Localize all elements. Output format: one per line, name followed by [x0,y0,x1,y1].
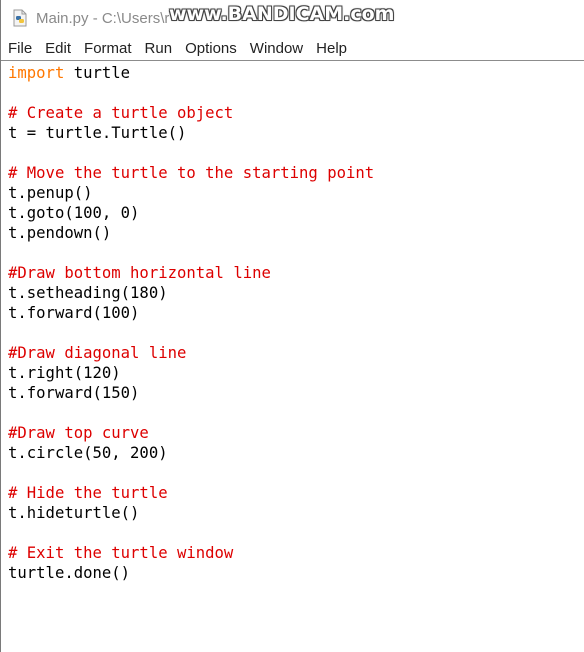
menu-edit[interactable]: Edit [45,40,71,57]
code-line[interactable] [8,523,584,543]
comment-token: # Move the turtle to the starting point [8,164,375,182]
code-line[interactable]: t.circle(50, 200) [8,443,584,463]
menu-file[interactable]: File [8,40,32,57]
menu-bar: File Edit Format Run Options Window Help [1,36,584,61]
idle-editor-window: Main.py - C:\Users\r www.BANDICAM.com Fi… [0,0,584,652]
code-line[interactable] [8,143,584,163]
comment-token: #Draw diagonal line [8,344,187,362]
code-editor[interactable]: import turtle # Create a turtle object t =… [1,61,584,583]
code-token: t.forward(150) [8,384,140,402]
code-line[interactable]: #Draw bottom horizontal line [8,263,584,283]
code-line[interactable]: # Move the turtle to the starting point [8,163,584,183]
code-line[interactable] [8,323,584,343]
python-file-icon [11,9,29,27]
comment-token: # Hide the turtle [8,484,168,502]
code-line[interactable]: # Create a turtle object [8,103,584,123]
menu-format[interactable]: Format [84,40,132,57]
code-line[interactable]: t.forward(150) [8,383,584,403]
window-title: Main.py - C:\Users\r [36,9,170,27]
code-token: turtle [64,64,131,82]
code-line[interactable] [8,463,584,483]
code-token: t.setheading(180) [8,284,168,302]
code-line[interactable]: turtle.done() [8,563,584,583]
comment-token: #Draw top curve [8,424,149,442]
code-line[interactable]: #Draw diagonal line [8,343,584,363]
code-line[interactable]: t = turtle.Turtle() [8,123,584,143]
code-line[interactable]: t.goto(100, 0) [8,203,584,223]
code-line[interactable]: t.right(120) [8,363,584,383]
code-line[interactable]: # Exit the turtle window [8,543,584,563]
code-line[interactable] [8,403,584,423]
code-line[interactable]: t.setheading(180) [8,283,584,303]
code-line[interactable]: #Draw top curve [8,423,584,443]
code-token: t.right(120) [8,364,121,382]
comment-token: # Exit the turtle window [8,544,234,562]
keyword-token: import [8,64,65,82]
code-token: t.pendown() [8,224,112,242]
code-token: t.hideturtle() [8,504,140,522]
code-token: t = turtle.Turtle() [8,124,187,142]
code-line[interactable]: t.penup() [8,183,584,203]
code-token: t.goto(100, 0) [8,204,140,222]
code-line[interactable]: t.forward(100) [8,303,584,323]
code-token: t.circle(50, 200) [8,444,168,462]
watermark-text: www.BANDICAM.com [169,3,395,25]
code-line[interactable]: t.pendown() [8,223,584,243]
title-bar[interactable]: Main.py - C:\Users\r www.BANDICAM.com [1,0,584,36]
menu-run[interactable]: Run [145,40,173,57]
menu-help[interactable]: Help [316,40,347,57]
menu-window[interactable]: Window [250,40,303,57]
code-token: t.forward(100) [8,304,140,322]
code-line[interactable]: # Hide the turtle [8,483,584,503]
code-line[interactable] [8,243,584,263]
comment-token: #Draw bottom horizontal line [8,264,271,282]
code-line[interactable]: t.hideturtle() [8,503,584,523]
code-line[interactable] [8,83,584,103]
code-token: turtle.done() [8,564,131,582]
comment-token: # Create a turtle object [8,104,234,122]
code-line[interactable]: import turtle [8,63,584,83]
menu-options[interactable]: Options [185,40,237,57]
code-token: t.penup() [8,184,93,202]
